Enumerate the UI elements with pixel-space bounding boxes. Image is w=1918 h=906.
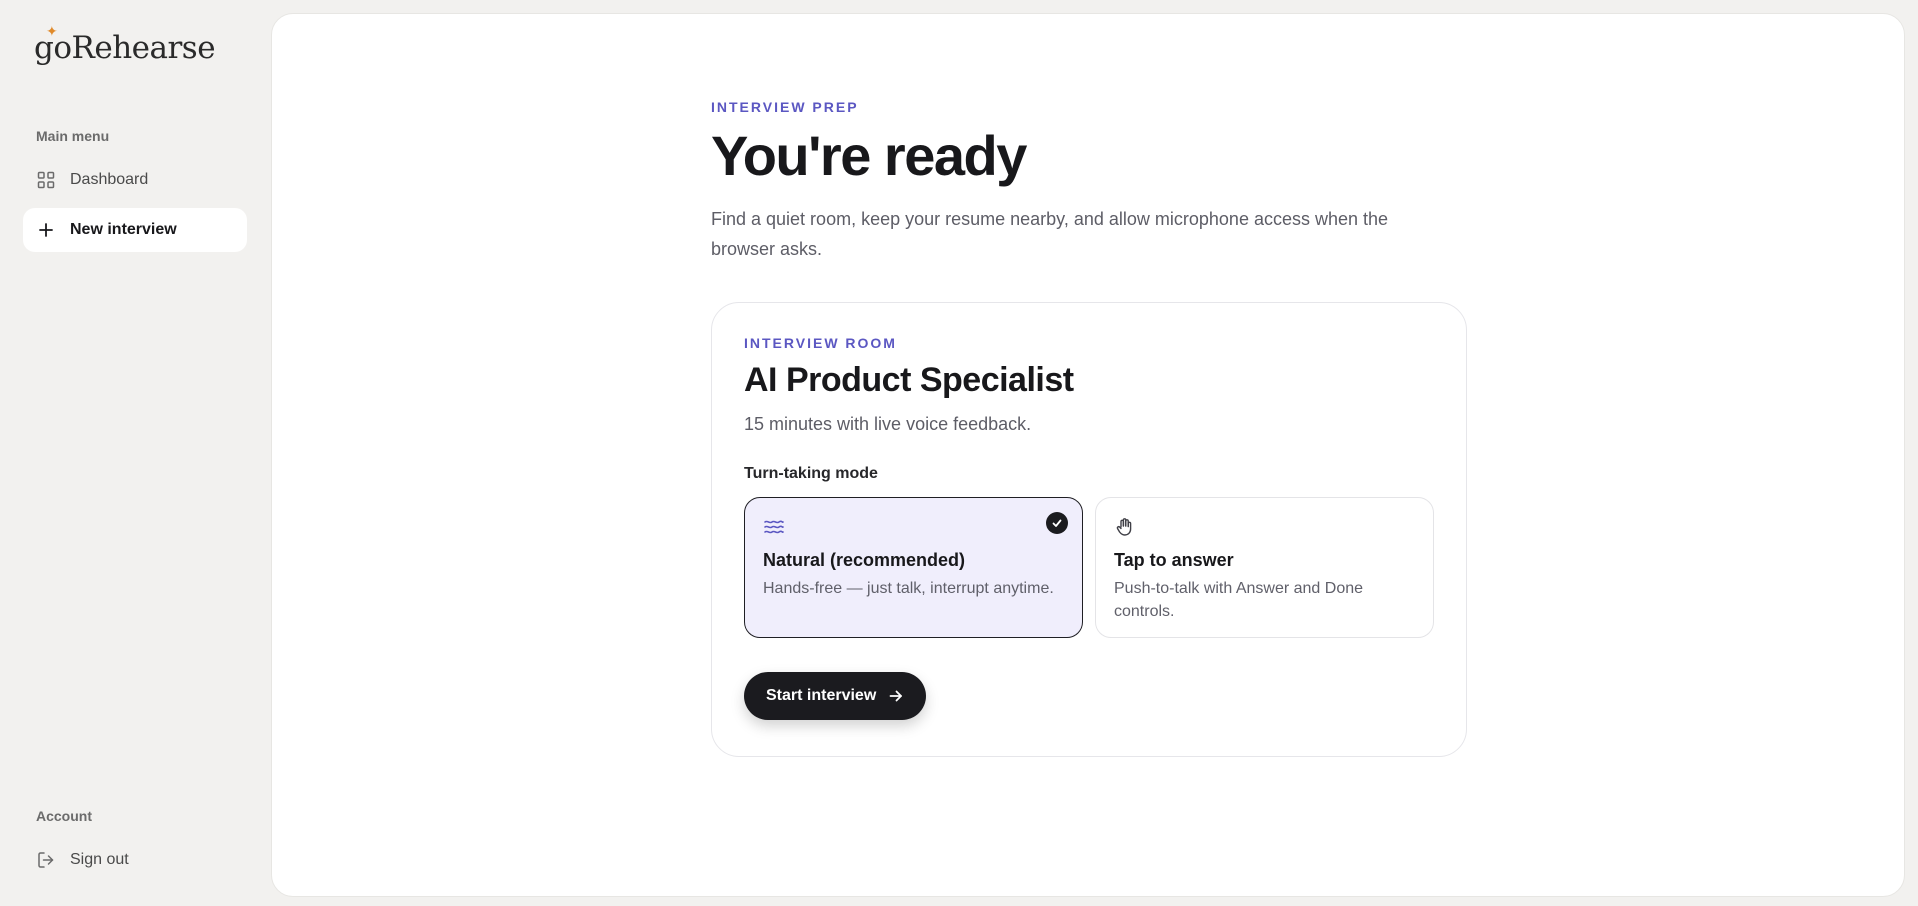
account-label: Account xyxy=(36,808,92,824)
room-title: AI Product Specialist xyxy=(744,361,1074,399)
page-header: INTERVIEW PREP You're ready Find a quiet… xyxy=(711,99,1471,264)
mode-option-tap-to-answer[interactable]: Tap to answer Push-to-talk with Answer a… xyxy=(1095,497,1434,638)
page-eyebrow: INTERVIEW PREP xyxy=(711,99,859,115)
check-icon xyxy=(1046,512,1068,534)
page-title: You're ready xyxy=(711,124,1027,187)
sign-out-icon xyxy=(37,851,55,869)
mode-options: Natural (recommended) Hands-free — just … xyxy=(744,497,1434,638)
sidebar-item-label: Dashboard xyxy=(70,171,149,188)
start-interview-button[interactable]: Start interview xyxy=(744,672,927,720)
arrow-right-icon xyxy=(888,688,904,704)
sparkle-icon: ✦ xyxy=(46,24,58,40)
hand-icon xyxy=(1114,516,1136,538)
room-subtitle: 15 minutes with live voice feedback. xyxy=(744,414,1032,434)
mode-desc: Push-to-talk with Answer and Done contro… xyxy=(1114,580,1364,620)
sidebar-item-dashboard[interactable]: Dashboard xyxy=(23,158,247,202)
waves-icon xyxy=(763,516,785,538)
sidebar: ✦ goRehearse Main menu Dashboard New int… xyxy=(0,0,270,906)
page-subtitle: Find a quiet room, keep your resume near… xyxy=(711,208,1389,259)
main-menu-label: Main menu xyxy=(36,128,110,144)
sidebar-item-new-interview[interactable]: New interview xyxy=(23,208,247,252)
mode-name: Tap to answer xyxy=(1114,550,1234,570)
mode-name: Natural (recommended) xyxy=(763,550,966,570)
start-interview-label: Start interview xyxy=(766,687,877,704)
mode-desc: Hands-free — just talk, interrupt anytim… xyxy=(763,580,1054,597)
turn-taking-mode-label: Turn-taking mode xyxy=(744,465,878,482)
plus-icon xyxy=(37,221,55,239)
mode-option-natural[interactable]: Natural (recommended) Hands-free — just … xyxy=(744,497,1083,638)
brand-logo[interactable]: ✦ goRehearse xyxy=(34,24,216,66)
interview-room-card: INTERVIEW ROOM AI Product Specialist 15 … xyxy=(711,302,1467,757)
brand-name: goRehearse xyxy=(34,30,216,66)
main-panel: INTERVIEW PREP You're ready Find a quiet… xyxy=(271,13,1905,897)
sign-out-label: Sign out xyxy=(70,851,129,868)
grid-icon xyxy=(37,171,55,189)
sidebar-item-label: New interview xyxy=(70,221,177,238)
room-eyebrow: INTERVIEW ROOM xyxy=(744,335,897,351)
sign-out-button[interactable]: Sign out xyxy=(23,838,247,882)
